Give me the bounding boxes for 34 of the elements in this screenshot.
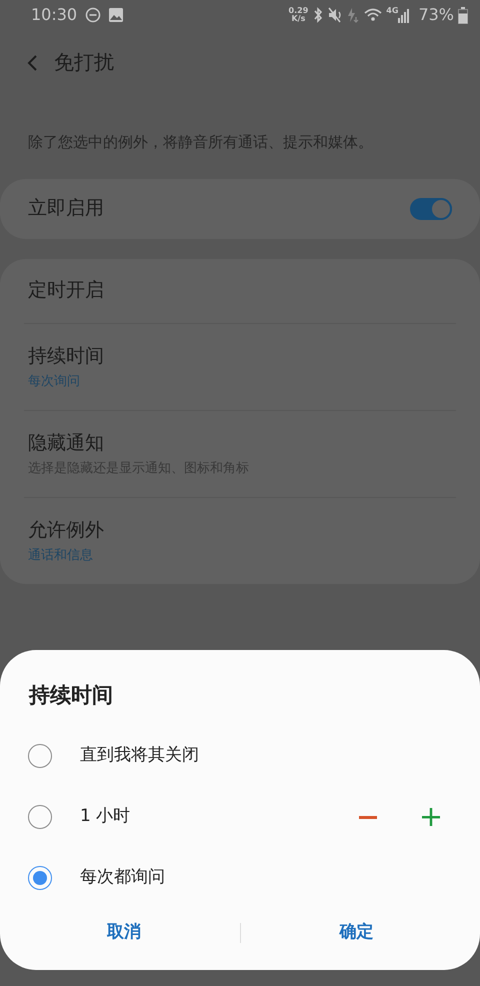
page-title: 免打扰 bbox=[54, 49, 114, 76]
battery-icon bbox=[458, 6, 468, 24]
radio-button[interactable] bbox=[28, 804, 52, 828]
charging-icon bbox=[346, 7, 360, 23]
image-icon bbox=[109, 8, 124, 22]
network-speed: 0.29 K/s bbox=[288, 7, 308, 23]
do-not-disturb-icon bbox=[85, 7, 102, 23]
back-icon bbox=[26, 54, 38, 72]
signal-icon bbox=[398, 7, 410, 23]
dialog-button[interactable]: 确定 bbox=[240, 912, 472, 954]
plus-icon bbox=[421, 807, 441, 828]
minus-icon bbox=[359, 816, 377, 819]
setting-summary: 通话和信息 bbox=[28, 547, 94, 565]
bluetooth-icon bbox=[312, 7, 324, 23]
network-type: 4G bbox=[386, 7, 398, 15]
clock: 10:30 bbox=[31, 4, 78, 26]
mute-icon bbox=[328, 7, 342, 23]
radio-button[interactable] bbox=[28, 744, 52, 768]
option-label: 直到我将其关闭 bbox=[80, 744, 199, 767]
toggle-switch[interactable] bbox=[410, 198, 452, 220]
option-label: 1 小时 bbox=[80, 804, 130, 828]
radio-button[interactable] bbox=[28, 866, 52, 890]
option-label: 每次都询问 bbox=[80, 866, 165, 889]
battery-percentage: 73% bbox=[418, 4, 454, 26]
setting-item[interactable]: 允许例外 bbox=[28, 516, 452, 544]
setting-item[interactable]: 定时开启 bbox=[28, 276, 452, 305]
setting-item[interactable]: 持续时间 bbox=[28, 342, 452, 370]
setting-summary: 每次询问 bbox=[28, 373, 81, 391]
setting-label: 立即启用 bbox=[28, 196, 104, 222]
dialog-title: 持续时间 bbox=[28, 682, 114, 708]
setting-card[interactable]: 立即启用 bbox=[0, 178, 480, 238]
setting-item[interactable]: 隐藏通知 bbox=[28, 428, 452, 457]
dialog-button[interactable]: 取消 bbox=[8, 912, 240, 954]
wifi-icon bbox=[364, 7, 382, 23]
